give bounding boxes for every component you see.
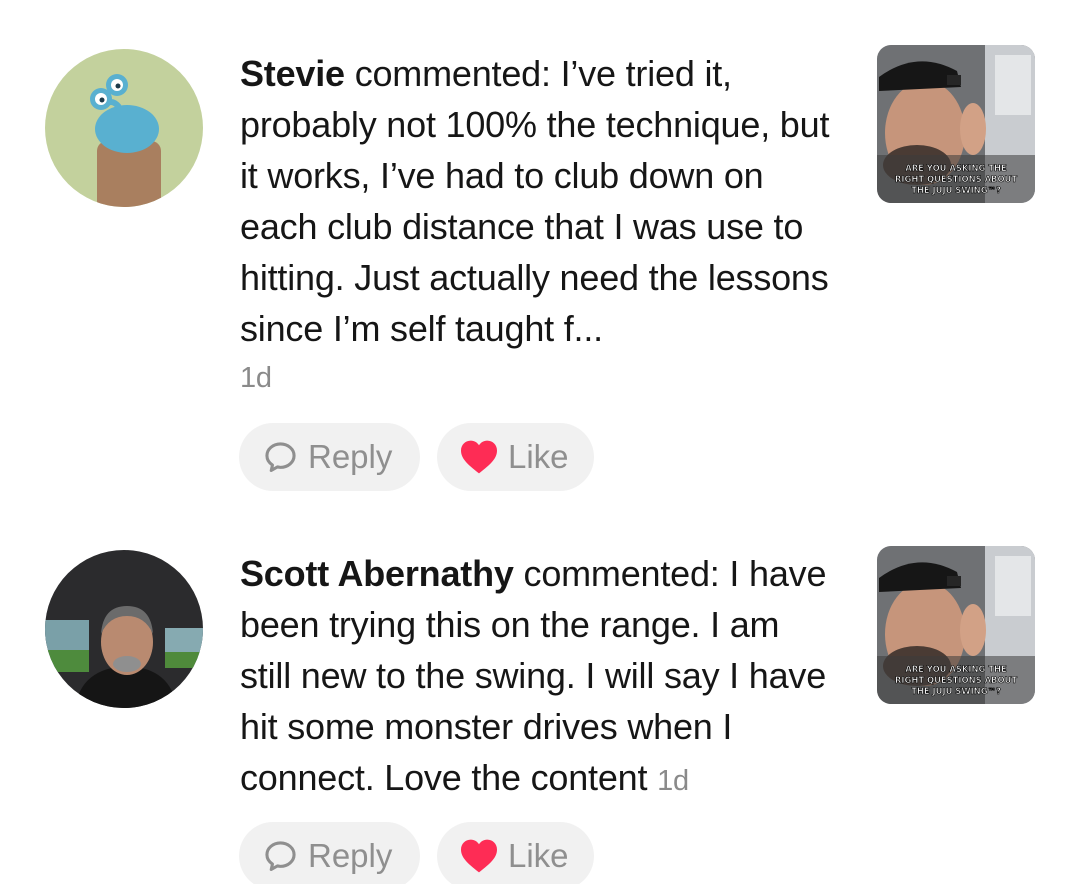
commenter-avatar[interactable] [45, 49, 203, 207]
comment-body: Stevie commented: I’ve tried it, probabl… [240, 48, 840, 400]
comment-action: commented: [354, 53, 551, 94]
like-button[interactable]: Like [437, 822, 594, 884]
video-thumbnail[interactable]: ARE YOU ASKING THE RIGHT QUESTIONS ABOUT… [877, 45, 1035, 203]
cartoon-creature-icon [45, 49, 203, 207]
thumbnail-caption-line: RIGHT QUESTIONS ABOUT [895, 174, 1017, 184]
video-thumbnail-image: ARE YOU ASKING THE RIGHT QUESTIONS ABOUT… [877, 45, 1035, 203]
thumbnail-caption-line: RIGHT QUESTIONS ABOUT [895, 675, 1017, 685]
reply-button[interactable]: Reply [239, 423, 420, 491]
thumbnail-caption-line: THE JUJU SWING™? [911, 185, 1001, 195]
reply-bubble-icon [265, 840, 296, 871]
like-label: Like [508, 837, 569, 874]
thumbnail-caption-line: ARE YOU ASKING THE [905, 664, 1007, 674]
heart-icon [461, 839, 497, 873]
comment-timestamp: 1d [240, 362, 272, 394]
reply-label: Reply [308, 837, 393, 874]
comment-author[interactable]: Stevie [240, 53, 345, 94]
comment-timestamp: 1d [657, 765, 689, 797]
reply-button[interactable]: Reply [239, 822, 420, 884]
comment-actions: Reply Like [239, 822, 594, 884]
comment-actions: Reply Like [239, 423, 594, 491]
thumbnail-caption-line: THE JUJU SWING™? [911, 686, 1001, 696]
man-in-car-icon [45, 550, 203, 708]
like-label: Like [508, 438, 569, 475]
thumbnail-caption-line: ARE YOU ASKING THE [905, 163, 1007, 173]
heart-icon [461, 440, 497, 474]
comment-text: I’ve tried it, probably not 100% the tec… [240, 53, 830, 349]
video-thumbnail[interactable]: ARE YOU ASKING THE RIGHT QUESTIONS ABOUT… [877, 546, 1035, 704]
like-button[interactable]: Like [437, 423, 594, 491]
reply-label: Reply [308, 438, 393, 475]
comment-action: commented: [523, 553, 720, 594]
video-thumbnail-image: ARE YOU ASKING THE RIGHT QUESTIONS ABOUT… [877, 546, 1035, 704]
commenter-avatar[interactable] [45, 550, 203, 708]
comment-author[interactable]: Scott Abernathy [240, 553, 514, 594]
comment-feed: Stevie commented: I’ve tried it, probabl… [0, 0, 1080, 884]
comment-body: Scott Abernathy commented: I have been t… [240, 548, 840, 807]
reply-bubble-icon [265, 441, 296, 472]
